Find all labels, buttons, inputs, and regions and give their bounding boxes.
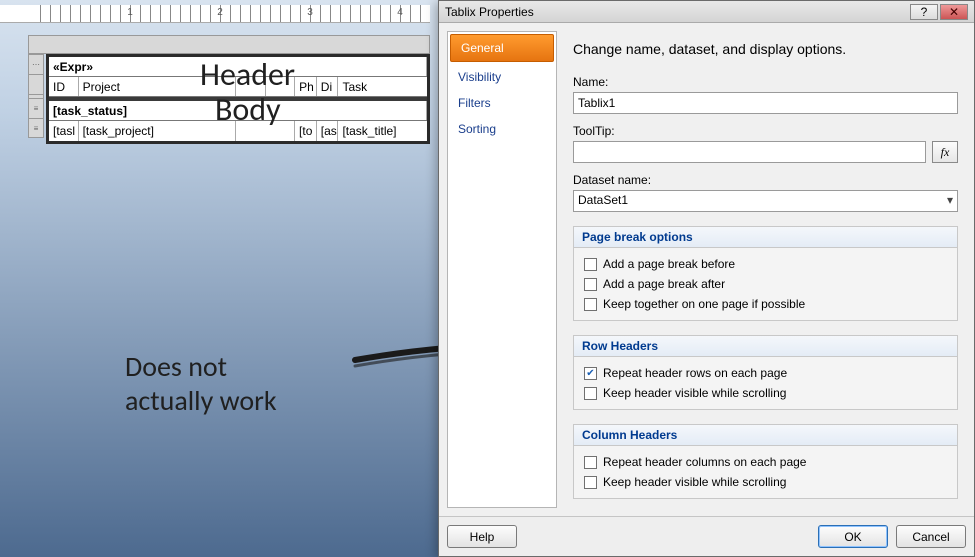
- checkbox-row[interactable]: Add a page break before: [584, 254, 947, 274]
- row-handles: ⋯ ≡ ≡: [28, 54, 44, 138]
- row-handle[interactable]: ≡: [28, 98, 44, 118]
- group-title: Row Headers: [574, 336, 957, 357]
- checkbox-row[interactable]: Repeat header columns on each page: [584, 452, 947, 472]
- checkbox-row[interactable]: Add a page break after: [584, 274, 947, 294]
- checkbox-row[interactable]: ✔ Repeat header rows on each page: [584, 363, 947, 383]
- dialog-nav: General Visibility Filters Sorting: [447, 31, 557, 508]
- tooltip-label: ToolTip:: [573, 124, 958, 138]
- checkbox-icon[interactable]: [584, 476, 597, 489]
- tablix-cell[interactable]: [to: [295, 121, 317, 141]
- row-handle[interactable]: ≡: [28, 118, 44, 138]
- tooltip-input[interactable]: [573, 141, 926, 163]
- group-page-break: Page break options Add a page break befo…: [573, 226, 958, 321]
- dataset-label: Dataset name:: [573, 173, 958, 187]
- checkbox-label: Add a page break after: [603, 277, 725, 291]
- tablix-cell[interactable]: [task_status]: [49, 101, 427, 120]
- checkbox-icon[interactable]: [584, 456, 597, 469]
- tablix-row[interactable]: «Expr»: [49, 57, 427, 77]
- dialog-content: Change name, dataset, and display option…: [565, 31, 966, 508]
- checkbox-label: Keep header visible while scrolling: [603, 386, 786, 400]
- checkbox-row[interactable]: Keep together on one page if possible: [584, 294, 947, 314]
- dataset-combo[interactable]: DataSet1: [573, 190, 958, 212]
- ruler-label: 3: [307, 7, 313, 18]
- tablix-row[interactable]: [tasl [task_project] [to [as [task_title…: [49, 121, 427, 141]
- help-window-button[interactable]: ?: [910, 4, 938, 20]
- group-row-headers: Row Headers ✔ Repeat header rows on each…: [573, 335, 958, 410]
- group-title: Page break options: [574, 227, 957, 248]
- tablix-row[interactable]: ID Project Ph Di Task: [49, 77, 427, 97]
- close-window-button[interactable]: ✕: [940, 4, 968, 20]
- annotation-note: Does not actually work: [125, 350, 277, 417]
- name-label: Name:: [573, 75, 958, 89]
- dialog-titlebar[interactable]: Tablix Properties ? ✕: [439, 1, 974, 23]
- name-input[interactable]: [573, 92, 958, 114]
- help-button[interactable]: Help: [447, 525, 517, 548]
- tablix-cell[interactable]: [as: [317, 121, 339, 141]
- checkbox-icon[interactable]: [584, 298, 597, 311]
- nav-item-general[interactable]: General: [450, 34, 554, 62]
- column-header-stub[interactable]: [28, 35, 430, 54]
- tablix-cell[interactable]: [task_project]: [79, 121, 236, 141]
- ruler-label: 4: [397, 7, 403, 18]
- ruler: 1 2 3 4: [0, 5, 430, 23]
- nav-item-filters[interactable]: Filters: [448, 90, 556, 116]
- tablix-properties-dialog: Tablix Properties ? ✕ General Visibility…: [438, 0, 975, 557]
- tablix-design-surface[interactable]: ⋯ ≡ ≡ «Expr» ID Project Ph Di Task [task…: [46, 54, 430, 144]
- tablix-cell[interactable]: [266, 77, 296, 96]
- tablix-cell[interactable]: Task: [338, 77, 427, 96]
- group-column-headers: Column Headers Repeat header columns on …: [573, 424, 958, 499]
- row-handle[interactable]: [28, 74, 44, 94]
- row-handle[interactable]: ⋯: [28, 54, 44, 74]
- group-title: Column Headers: [574, 425, 957, 446]
- tablix[interactable]: «Expr» ID Project Ph Di Task [task_statu…: [46, 54, 430, 144]
- dialog-title: Tablix Properties: [445, 5, 534, 19]
- tablix-cell[interactable]: [236, 121, 295, 141]
- dataset-value: DataSet1: [578, 193, 628, 207]
- cancel-button[interactable]: Cancel: [896, 525, 966, 548]
- ruler-label: 1: [127, 7, 133, 18]
- tablix-cell[interactable]: [236, 77, 266, 96]
- nav-item-visibility[interactable]: Visibility: [448, 64, 556, 90]
- fx-button[interactable]: fx: [932, 141, 958, 163]
- checkbox-row[interactable]: Keep header visible while scrolling: [584, 383, 947, 403]
- dialog-body: General Visibility Filters Sorting Chang…: [439, 23, 974, 516]
- tablix-row[interactable]: [task_status]: [49, 101, 427, 121]
- checkbox-icon[interactable]: [584, 258, 597, 271]
- checkbox-label: Add a page break before: [603, 257, 735, 271]
- tablix-cell[interactable]: [tasl: [49, 121, 79, 141]
- checkbox-icon[interactable]: ✔: [584, 367, 597, 380]
- tablix-cell[interactable]: Di: [317, 77, 339, 96]
- tablix-cell[interactable]: Project: [79, 77, 236, 96]
- tablix-cell[interactable]: [task_title]: [338, 121, 427, 141]
- tablix-cell[interactable]: «Expr»: [49, 57, 427, 76]
- ok-button[interactable]: OK: [818, 525, 888, 548]
- nav-item-sorting[interactable]: Sorting: [448, 116, 556, 142]
- tablix-cell[interactable]: Ph: [295, 77, 317, 96]
- annotation-note-line1: Does not: [125, 349, 227, 384]
- tablix-cell[interactable]: ID: [49, 77, 79, 96]
- checkbox-icon[interactable]: [584, 278, 597, 291]
- checkbox-row[interactable]: Keep header visible while scrolling: [584, 472, 947, 492]
- checkbox-label: Keep together on one page if possible: [603, 297, 805, 311]
- ruler-label: 2: [217, 7, 223, 18]
- checkbox-label: Repeat header columns on each page: [603, 455, 806, 469]
- dialog-button-row: Help OK Cancel: [439, 516, 974, 556]
- dialog-headline: Change name, dataset, and display option…: [573, 41, 958, 57]
- checkbox-icon[interactable]: [584, 387, 597, 400]
- checkbox-label: Keep header visible while scrolling: [603, 475, 786, 489]
- checkbox-label: Repeat header rows on each page: [603, 366, 787, 380]
- annotation-note-line2: actually work: [125, 383, 277, 418]
- ruler-ticks: [40, 5, 430, 22]
